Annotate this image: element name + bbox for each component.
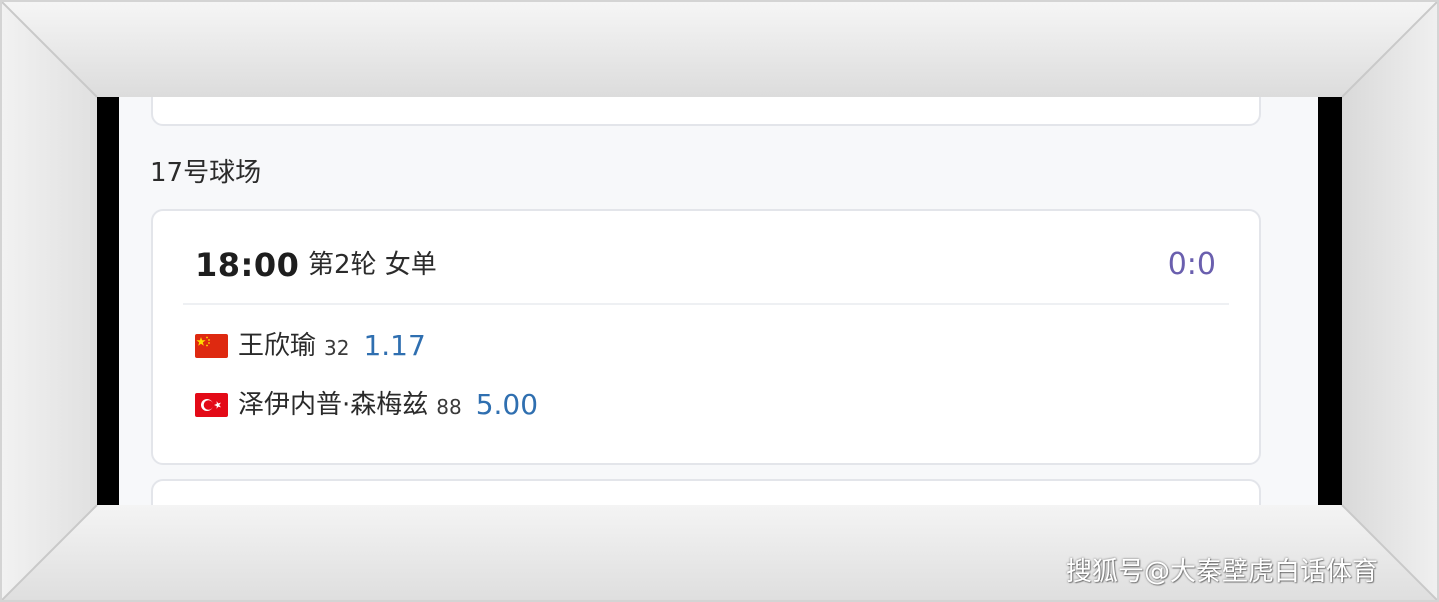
next-match-card[interactable] <box>151 479 1261 505</box>
player-odds: 1.17 <box>363 329 426 362</box>
player-row-1[interactable]: 王欣瑜 32 1.17 <box>195 326 426 366</box>
watermark: 搜狐号@大秦壁虎白话体育 <box>1066 557 1379 587</box>
divider <box>183 303 1229 305</box>
player-rank: 88 <box>436 395 462 419</box>
player-row-2[interactable]: 泽伊内普·森梅兹 88 5.00 <box>195 385 538 425</box>
player-rank: 32 <box>324 336 350 360</box>
match-time: 18:00 <box>195 246 300 284</box>
screenshot-area: 17号球场 18:00 第2轮 女单 0:0 王欣瑜 32 1.17 泽伊内普·… <box>97 97 1342 505</box>
schedule-page[interactable]: 17号球场 18:00 第2轮 女单 0:0 王欣瑜 32 1.17 泽伊内普·… <box>119 97 1318 505</box>
player-name: 泽伊内普·森梅兹 <box>238 390 429 420</box>
match-round: 第2轮 女单 <box>308 250 437 280</box>
match-header: 18:00 第2轮 女单 0:0 <box>153 211 1259 306</box>
court-title: 17号球场 <box>150 158 262 188</box>
match-card[interactable]: 18:00 第2轮 女单 0:0 王欣瑜 32 1.17 泽伊内普·森梅兹 88… <box>151 209 1261 465</box>
china-flag-icon <box>195 334 228 358</box>
match-score: 0:0 <box>1167 247 1216 282</box>
player-odds: 5.00 <box>475 388 539 421</box>
player-name: 王欣瑜 <box>238 331 317 361</box>
turkey-flag-icon <box>195 393 228 417</box>
previous-match-card[interactable] <box>151 97 1261 126</box>
